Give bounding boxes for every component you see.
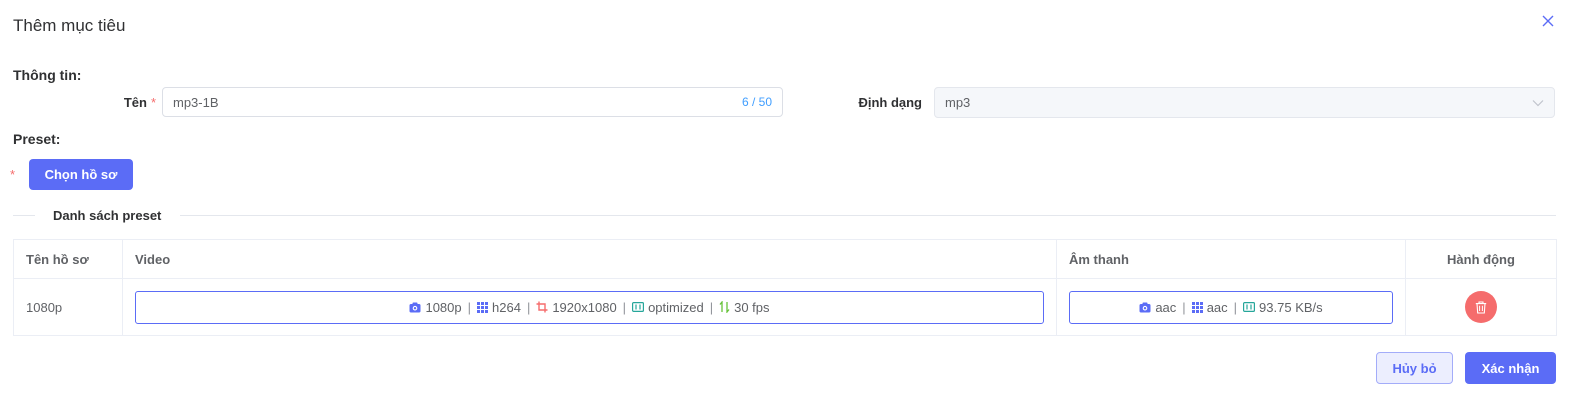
- separator: |: [1182, 299, 1186, 315]
- grid-icon: [1191, 301, 1203, 313]
- film-icon: [632, 302, 645, 312]
- info-section-label: Thông tin:: [13, 67, 82, 83]
- cell-profile-name: 1080p: [13, 278, 123, 336]
- format-select-value: mp3: [945, 95, 971, 110]
- crop-icon: [536, 301, 548, 313]
- video-resolution: 1080p: [409, 299, 462, 315]
- confirm-button[interactable]: Xác nhận: [1465, 352, 1556, 384]
- separator: |: [526, 299, 531, 315]
- name-input-value: mp3-1B: [173, 94, 219, 110]
- close-icon: [1542, 15, 1554, 27]
- separator: |: [622, 299, 627, 315]
- swap-vertical-icon: [719, 301, 730, 313]
- preset-required-mark: *: [10, 167, 16, 182]
- table-header-row: Tên hồ sơ Video Âm thanh Hành động: [13, 239, 1557, 279]
- camera-icon: [1139, 302, 1151, 312]
- video-codec: h264: [477, 300, 521, 315]
- cell-audio: aac | aac | 93.75 KB/s: [1056, 278, 1406, 336]
- video-size: 1920x1080: [536, 299, 617, 315]
- header-profile-name: Tên hồ sơ: [13, 239, 123, 279]
- format-select[interactable]: mp3: [934, 87, 1555, 118]
- table-row: 1080p 1080p | h264 | 1920x1080 | optimiz…: [13, 278, 1557, 336]
- dialog-title: Thêm mục tiêu: [13, 16, 126, 35]
- cancel-button[interactable]: Hủy bỏ: [1376, 352, 1453, 384]
- close-button[interactable]: [1537, 10, 1559, 32]
- format-label: Định dạng: [858, 95, 922, 110]
- header-video: Video: [122, 239, 1057, 279]
- name-input[interactable]: mp3-1B 6 / 50: [162, 87, 783, 117]
- separator: |: [467, 299, 472, 315]
- video-resolution-text: 1080p: [425, 299, 462, 315]
- audio-codec-text: aac: [1206, 299, 1228, 315]
- divider-right: [180, 215, 1556, 216]
- name-label: Tên *: [100, 95, 156, 110]
- video-size-text: 1920x1080: [552, 299, 617, 315]
- video-mode-text: optimized: [648, 299, 704, 315]
- name-label-text: Tên: [123, 95, 147, 110]
- chevron-down-icon: [1532, 99, 1544, 106]
- header-audio: Âm thanh: [1056, 239, 1406, 279]
- preset-table: Tên hồ sơ Video Âm thanh Hành động 1080p: [13, 239, 1557, 336]
- audio-name: aac: [1139, 300, 1176, 315]
- name-char-counter: 6 / 50: [741, 95, 772, 109]
- video-mode: optimized: [632, 300, 704, 315]
- preset-list-title: Danh sách preset: [53, 208, 162, 223]
- video-fps: 30 fps: [719, 299, 770, 315]
- divider-left: [13, 215, 35, 216]
- preset-section-label: Preset:: [13, 131, 61, 147]
- header-actions: Hành động: [1405, 239, 1557, 279]
- delete-preset-button[interactable]: [1465, 291, 1497, 323]
- required-mark: *: [150, 95, 156, 110]
- cell-video: 1080p | h264 | 1920x1080 | optimized | 3…: [122, 278, 1057, 336]
- video-fps-text: 30 fps: [734, 299, 770, 315]
- grid-icon: [477, 301, 489, 313]
- camera-icon: [409, 302, 421, 312]
- separator: |: [709, 299, 714, 315]
- video-codec-text: h264: [492, 299, 521, 315]
- cell-actions: [1405, 278, 1557, 336]
- audio-bitrate-text: 93.75 KB/s: [1259, 299, 1323, 315]
- separator: |: [1233, 299, 1238, 315]
- audio-settings-box[interactable]: aac | aac | 93.75 KB/s: [1069, 290, 1393, 324]
- audio-codec: aac: [1191, 299, 1228, 315]
- audio-name-text: aac: [1155, 299, 1177, 315]
- choose-profile-button[interactable]: Chọn hồ sơ: [29, 159, 133, 190]
- audio-bitrate: 93.75 KB/s: [1243, 300, 1323, 315]
- trash-icon: [1475, 300, 1487, 314]
- video-settings-box[interactable]: 1080p | h264 | 1920x1080 | optimized | 3…: [135, 290, 1044, 324]
- film-icon: [1243, 302, 1256, 312]
